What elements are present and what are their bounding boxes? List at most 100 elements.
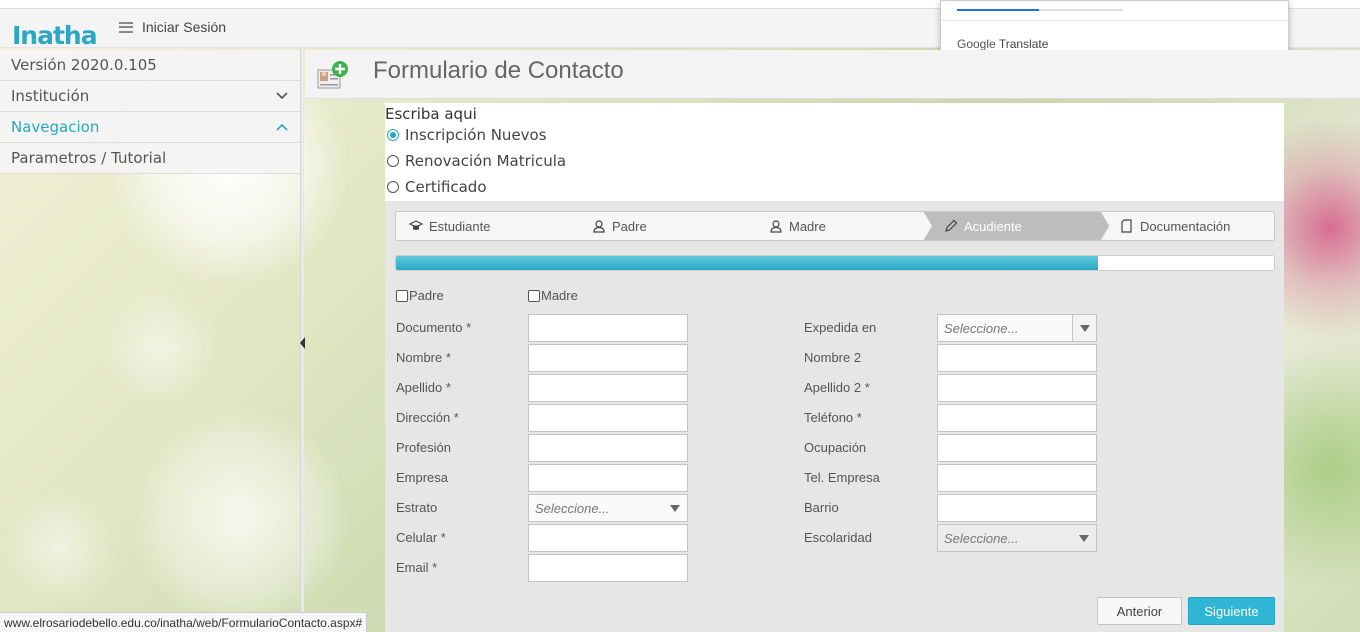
label-telefono: Teléfono *: [804, 410, 862, 425]
checkbox[interactable]: [396, 289, 408, 302]
label-celular: Celular *: [396, 530, 446, 545]
label-profesion: Profesión: [396, 440, 451, 455]
label-ocupacion: Ocupación: [804, 440, 867, 455]
label-expedida-en: Expedida en: [804, 320, 877, 335]
step-estudiante[interactable]: Estudiante: [395, 211, 580, 241]
select-value: Seleccione...: [944, 321, 1019, 336]
checkbox[interactable]: [528, 289, 540, 302]
logo[interactable]: Inatha: [12, 21, 98, 50]
step-label: Estudiante: [429, 218, 491, 234]
label-nombre-2: Nombre 2: [804, 350, 862, 365]
sidebar-item-version[interactable]: Versión 2020.0.105: [0, 50, 300, 81]
status-bar-url: www.elrosariodebello.edu.co/inatha/web/F…: [0, 612, 368, 632]
wizard-progress-bar: [395, 255, 1275, 271]
apellido-2-input[interactable]: [937, 374, 1097, 402]
direccion-input[interactable]: [528, 404, 688, 432]
hamburger-icon: [119, 21, 133, 33]
sidebar-item-label: Navegacion: [11, 118, 100, 136]
escolaridad-select[interactable]: Seleccione...: [937, 524, 1097, 552]
label-nombre: Nombre *: [396, 350, 451, 365]
options-title: Escriba aqui: [385, 105, 477, 123]
step-label: Padre: [612, 218, 647, 234]
telefono-input[interactable]: [937, 404, 1097, 432]
login-menu-button[interactable]: Iniciar Sesión: [119, 19, 226, 35]
radio-renovacion-matricula[interactable]: Renovación Matricula: [387, 152, 566, 170]
label-tel-empresa: Tel. Empresa: [804, 470, 880, 485]
radio-certificado[interactable]: Certificado: [387, 178, 487, 196]
progress-fill: [396, 256, 1099, 270]
next-button[interactable]: Siguiente: [1188, 597, 1275, 625]
dropdown-arrow-icon: [1072, 525, 1096, 551]
graduation-cap-icon: [409, 219, 423, 233]
tel-empresa-input[interactable]: [937, 464, 1097, 492]
profesion-input[interactable]: [528, 434, 688, 462]
document-icon: [1121, 219, 1132, 233]
documento-input[interactable]: [528, 314, 688, 342]
user-icon: [769, 219, 783, 233]
ocupacion-input[interactable]: [937, 434, 1097, 462]
chevron-down-icon: [275, 89, 289, 103]
translate-tabs[interactable]: [957, 9, 1123, 11]
step-padre[interactable]: Padre: [571, 211, 757, 241]
label-apellido: Apellido *: [396, 380, 451, 395]
step-label: Documentación: [1140, 218, 1231, 234]
label-barrio: Barrio: [804, 500, 839, 515]
sidebar-item-parametros[interactable]: Parametros / Tutorial: [0, 143, 300, 174]
label-email: Email *: [396, 560, 438, 575]
radio-inscripcion-nuevos[interactable]: Inscripción Nuevos: [387, 126, 547, 144]
email-input[interactable]: [528, 554, 688, 582]
nombre-2-input[interactable]: [937, 344, 1097, 372]
user-icon: [592, 219, 606, 233]
radio-button[interactable]: [387, 129, 399, 141]
dropdown-arrow-icon: [663, 495, 687, 521]
step-acudiente[interactable]: Acudiente: [923, 211, 1109, 241]
sidebar: Versión 2020.0.105 Institución Navegacio…: [0, 50, 300, 174]
radio-label: Renovación Matricula: [405, 152, 567, 170]
wizard-panel: Estudiante Padre Madre Acudiente Documen…: [385, 201, 1284, 632]
select-value: Seleccione...: [944, 531, 1019, 546]
expedida-en-select[interactable]: Seleccione...: [937, 314, 1097, 342]
step-label: Madre: [789, 218, 826, 234]
sidebar-item-label: Parametros / Tutorial: [11, 149, 167, 167]
login-menu-label: Iniciar Sesión: [142, 19, 227, 35]
checkbox-label: Madre: [541, 288, 578, 303]
radio-button[interactable]: [387, 155, 399, 167]
radio-label: Inscripción Nuevos: [405, 126, 547, 144]
radio-label: Certificado: [405, 178, 487, 196]
sidebar-item-institucion[interactable]: Institución: [0, 81, 300, 112]
collapse-sidebar-icon[interactable]: [299, 336, 306, 350]
sidebar-item-label: Versión 2020.0.105: [11, 56, 157, 74]
dropdown-arrow-icon: [1072, 315, 1096, 341]
step-label: Acudiente: [964, 218, 1022, 234]
pencil-icon: [944, 219, 958, 233]
nombre-input[interactable]: [528, 344, 688, 372]
apellido-input[interactable]: [528, 374, 688, 402]
content-header: Formulario de Contacto: [305, 50, 1360, 99]
select-value: Seleccione...: [535, 501, 610, 516]
empresa-input[interactable]: [528, 464, 688, 492]
inscription-type-panel: Escriba aqui Inscripción Nuevos Renovaci…: [385, 103, 1284, 201]
step-documentacion[interactable]: Documentación: [1101, 211, 1275, 241]
label-empresa: Empresa: [396, 470, 449, 485]
label-estrato: Estrato: [396, 500, 438, 515]
label-escolaridad: Escolaridad: [804, 530, 872, 545]
sidebar-item-navegacion[interactable]: Navegacion: [0, 112, 300, 143]
google-translate-brand[interactable]: Google Translate: [957, 37, 1048, 51]
step-madre[interactable]: Madre: [748, 211, 934, 241]
copy-madre-checkbox[interactable]: Madre: [528, 288, 578, 303]
chevron-up-icon: [275, 120, 289, 134]
wizard-steps: Estudiante Padre Madre Acudiente Documen…: [395, 211, 1275, 241]
checkbox-label: Padre: [409, 288, 444, 303]
add-contact-icon: [317, 61, 348, 89]
radio-button[interactable]: [387, 181, 399, 193]
celular-input[interactable]: [528, 524, 688, 552]
barrio-input[interactable]: [937, 494, 1097, 522]
previous-button[interactable]: Anterior: [1097, 597, 1182, 625]
label-direccion: Dirección *: [396, 410, 459, 425]
label-documento: Documento *: [396, 320, 472, 335]
copy-padre-checkbox[interactable]: Padre: [396, 288, 444, 303]
page-title: Formulario de Contacto: [373, 57, 624, 84]
label-apellido-2: Apellido 2 *: [804, 380, 870, 395]
estrato-select[interactable]: Seleccione...: [528, 494, 688, 522]
sidebar-item-label: Institución: [11, 87, 90, 105]
